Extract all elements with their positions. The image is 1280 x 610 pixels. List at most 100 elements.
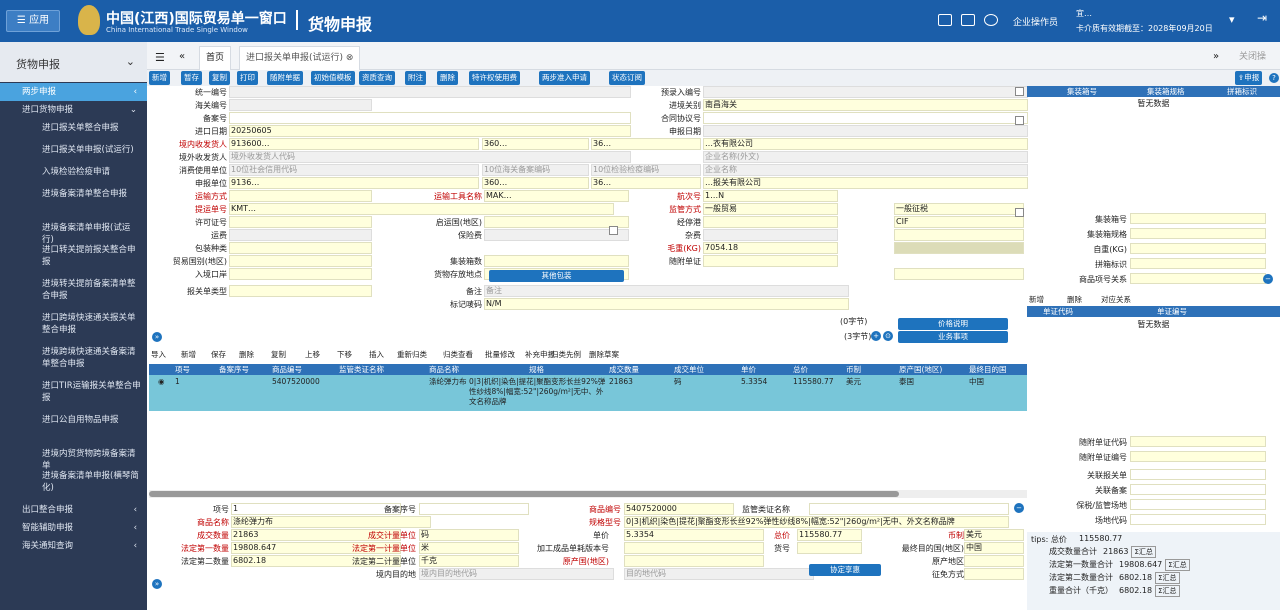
doc-toolbar-button[interactable]: 删除 (1067, 294, 1082, 305)
detail-input[interactable] (809, 503, 1009, 515)
goods-toolbar-button[interactable]: 归类先例 (551, 349, 581, 360)
field-input[interactable]: 备注 (484, 285, 849, 297)
field-input[interactable] (703, 86, 1028, 98)
detail-input[interactable] (624, 555, 764, 567)
container-input[interactable] (1130, 228, 1266, 239)
sidebar-item[interactable]: 进口跨境快速通关报关单整合申报 (0, 307, 147, 341)
detail-input[interactable]: 0|3|机织|染色|提花|聚酯变形长丝92%弹性纱线8%|幅宽:52"|260g… (624, 516, 1009, 528)
mail-icon[interactable] (961, 14, 975, 26)
field-input[interactable]: …报关有限公司 (703, 177, 1028, 189)
add-circle-icon[interactable]: + (871, 331, 881, 341)
horizontal-scrollbar[interactable] (149, 490, 1027, 498)
toolbar-button[interactable]: 暂存 (181, 71, 202, 85)
goods-toolbar-button[interactable]: 插入 (369, 349, 384, 360)
declare-button[interactable]: ⇪申报 (1235, 71, 1263, 85)
checkbox[interactable] (1015, 208, 1024, 217)
toolbar-button[interactable]: 资质查询 (359, 71, 395, 85)
detail-input[interactable]: 码 (419, 529, 519, 541)
expand-detail-icon[interactable]: » (152, 579, 162, 589)
field-input[interactable]: 企业名称(外文) (703, 151, 1028, 163)
related-input[interactable] (1130, 469, 1266, 480)
toolbar-button[interactable]: 特许权使用费 (469, 71, 520, 85)
business-items-button[interactable]: 业务事项 (898, 331, 1008, 343)
doc-toolbar-button[interactable]: 新增 (1029, 294, 1044, 305)
sidebar-item[interactable]: 智能辅助申报 ‹ (0, 519, 147, 537)
row-radio[interactable]: ◉ (158, 377, 165, 387)
edit-circle-icon[interactable]: ⊙ (883, 331, 893, 341)
toolbar-button[interactable]: 复制 (209, 71, 230, 85)
field-input-ciq[interactable]: 36… (591, 138, 701, 150)
field-input[interactable] (894, 229, 1024, 241)
field-input[interactable] (703, 255, 838, 267)
field-input[interactable] (229, 285, 372, 297)
sum-button[interactable]: Σ汇总 (1165, 559, 1190, 571)
container-input[interactable] (1130, 243, 1266, 254)
field-input[interactable] (484, 255, 629, 267)
logout-icon[interactable]: ⇥ (1257, 11, 1267, 25)
field-input[interactable]: 境外收发货人代码 (229, 151, 631, 163)
field-input[interactable] (703, 125, 1028, 137)
detail-input[interactable]: 涤纶弹力布 (231, 516, 431, 528)
field-input[interactable] (703, 229, 838, 241)
field-input[interactable]: 一般征税 (894, 203, 1024, 215)
expand-icon[interactable]: » (152, 332, 162, 342)
agreement-button[interactable]: 协定享惠 (809, 564, 881, 576)
field-input[interactable]: 20250605 (229, 125, 631, 137)
attached-input[interactable] (1130, 436, 1266, 447)
collapse-detail-icon[interactable]: − (1014, 503, 1024, 513)
support-icon[interactable] (984, 14, 998, 26)
toolbar-button[interactable]: 两步准入申请 (539, 71, 590, 85)
field-input[interactable] (703, 112, 1028, 124)
user-role[interactable]: 企业操作员 (1013, 15, 1058, 28)
detail-input[interactable]: 美元 (964, 529, 1024, 541)
goods-toolbar-button[interactable]: 导入 (151, 349, 166, 360)
goods-toolbar-button[interactable]: 批量修改 (485, 349, 515, 360)
field-input[interactable] (229, 255, 372, 267)
dropdown-icon[interactable]: ▾ (1229, 13, 1235, 26)
detail-input[interactable]: 千克 (419, 555, 519, 567)
field-input[interactable] (229, 112, 631, 124)
sum-button[interactable]: Σ汇总 (1155, 572, 1180, 584)
attached-input[interactable] (1130, 451, 1266, 462)
field-input-ciq[interactable]: 10位检验检疫编码 (591, 164, 701, 176)
help-icon[interactable]: ? (1269, 73, 1279, 83)
toolbar-button[interactable]: 状态订阅 (609, 71, 645, 85)
field-input-code[interactable]: 913600… (229, 138, 479, 150)
remove-icon[interactable]: − (1263, 274, 1273, 284)
detail-input[interactable]: 米 (419, 542, 519, 554)
checkbox[interactable] (609, 226, 618, 235)
sidebar-item[interactable]: 进境跨境快速通关备案清单整合申报 (0, 341, 147, 375)
field-input[interactable]: 一般贸易 (703, 203, 838, 215)
sidebar-item[interactable]: 海关通知查询 ‹ (0, 537, 147, 555)
sidebar-item[interactable]: 进口转关提前报关整合申报 (0, 239, 147, 273)
detail-input[interactable] (964, 555, 1024, 567)
field-input-customs[interactable]: 360… (482, 177, 589, 189)
table-row[interactable]: ◉ 1 5407520000 涤纶弹力布 0|3|机织|染色|提花|聚酯变形长丝… (149, 375, 1027, 411)
sidebar-header[interactable]: 货物申报 ⌄ (0, 42, 147, 82)
other-packing-button[interactable]: 其他包装 (489, 270, 624, 282)
field-input[interactable]: 企业名称 (703, 164, 1028, 176)
goods-toolbar-button[interactable]: 新增 (181, 349, 196, 360)
field-input[interactable] (229, 242, 372, 254)
sum-button[interactable]: Σ汇总 (1155, 585, 1180, 597)
scrollbar-thumb[interactable] (149, 491, 899, 497)
field-input[interactable]: MAK… (484, 190, 629, 202)
toolbar-button[interactable]: 附注 (405, 71, 426, 85)
field-input[interactable] (894, 242, 1024, 254)
close-operations[interactable]: 关闭操作 (1233, 46, 1280, 84)
field-input[interactable] (229, 216, 372, 228)
field-input[interactable] (229, 229, 372, 241)
collapse-menu-icon[interactable]: ☰ (149, 46, 171, 70)
related-input[interactable] (1130, 484, 1266, 495)
goods-toolbar-button[interactable]: 复制 (271, 349, 286, 360)
related-input[interactable] (1130, 514, 1266, 525)
field-input-code[interactable]: 9136… (229, 177, 479, 189)
field-input[interactable] (229, 268, 372, 280)
sidebar-item[interactable]: 进口公自用物品申报 (0, 409, 147, 431)
field-input[interactable]: N/M (484, 298, 849, 310)
detail-input[interactable]: 115580.77 (797, 529, 862, 541)
goods-toolbar-button[interactable]: 归类查看 (443, 349, 473, 360)
field-input[interactable]: 南昌海关 (703, 99, 1028, 111)
field-input-ciq[interactable]: 36… (591, 177, 701, 189)
field-input[interactable]: 7054.18 (703, 242, 838, 254)
